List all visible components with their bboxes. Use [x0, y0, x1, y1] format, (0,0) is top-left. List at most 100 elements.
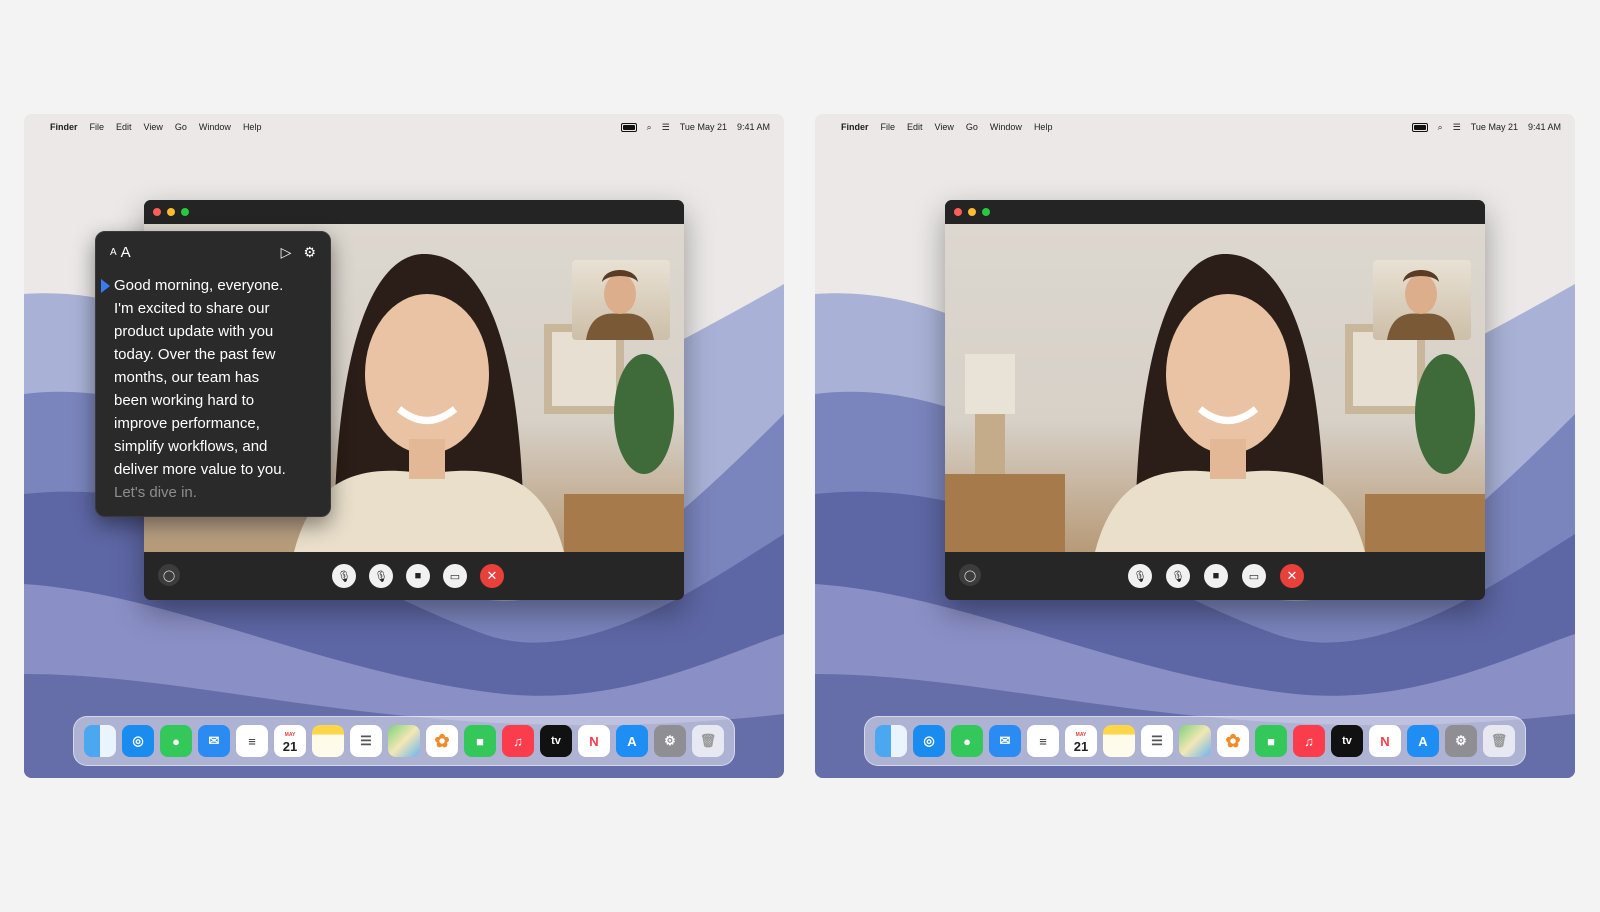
safari-icon[interactable]: ◎ [913, 725, 945, 757]
camera-button[interactable]: ■ [1204, 564, 1228, 588]
photos-icon[interactable]: ✿ [426, 725, 458, 757]
appstore-icon[interactable]: A [616, 725, 648, 757]
reminders-list-icon[interactable]: ☰ [1141, 725, 1173, 757]
notes-icon[interactable] [312, 725, 344, 757]
settings-icon[interactable]: ⚙ [654, 725, 686, 757]
audio-button[interactable]: 🎙 [1166, 564, 1190, 588]
messages-icon[interactable]: ● [160, 725, 192, 757]
battery-icon[interactable] [620, 122, 637, 132]
menu-view[interactable]: View [935, 122, 954, 132]
zoom-window-button[interactable] [982, 208, 990, 216]
zoom-window-button[interactable] [181, 208, 189, 216]
menu-go[interactable]: Go [175, 122, 187, 132]
menu-file[interactable]: File [90, 122, 105, 132]
self-view-pip[interactable] [572, 260, 670, 340]
facetime-icon[interactable]: ■ [464, 725, 496, 757]
script-line: months, our team has [114, 369, 260, 386]
dock: ◎ ● ✉ ≡ MAY 21 ☰ ✿ ■ ♫ tv N A ⚙ 🗑 [864, 716, 1526, 766]
reminders-list-icon[interactable]: ☰ [350, 725, 382, 757]
script-line: I'm excited to share our [114, 300, 270, 317]
self-view-pip[interactable] [1373, 260, 1471, 340]
mail-icon[interactable]: ✉ [989, 725, 1021, 757]
finder-icon[interactable] [84, 725, 116, 757]
menubar-date[interactable]: Tue May 21 [1471, 122, 1518, 132]
search-icon[interactable]: ⌕ [647, 122, 652, 133]
chat-bubble-icon[interactable]: ◯ [959, 564, 981, 586]
close-window-button[interactable] [153, 208, 161, 216]
music-icon[interactable]: ♫ [502, 725, 534, 757]
menubar-time[interactable]: 9:41 AM [1528, 122, 1561, 132]
dock: ◎ ● ✉ ≡ MAY 21 ☰ ✿ ■ ♫ tv N A ⚙ 🗑 [73, 716, 735, 766]
menubar-date[interactable]: Tue May 21 [680, 122, 727, 132]
current-line-caret-icon [101, 279, 110, 293]
pip-person-illustration [1387, 270, 1455, 340]
menu-file[interactable]: File [881, 122, 896, 132]
end-call-button[interactable]: ✕ [480, 564, 504, 588]
share-screen-button[interactable]: ▭ [443, 564, 467, 588]
messages-icon[interactable]: ● [951, 725, 983, 757]
mail-icon[interactable]: ✉ [198, 725, 230, 757]
news-icon[interactable]: N [1369, 725, 1401, 757]
menubar-time[interactable]: 9:41 AM [737, 122, 770, 132]
calendar-icon[interactable]: MAY 21 [1065, 725, 1097, 757]
end-call-button[interactable]: ✕ [1280, 564, 1304, 588]
play-icon[interactable]: ▷ [281, 244, 292, 261]
reminders-icon[interactable]: ≡ [1027, 725, 1059, 757]
script-line: improve performance, [114, 415, 260, 432]
maps-icon[interactable] [1179, 725, 1211, 757]
window-titlebar [144, 200, 684, 224]
screen-with-teleprompter: Finder File Edit View Go Window Help ⌕ ☰… [24, 114, 784, 778]
trash-icon[interactable]: 🗑 [692, 725, 724, 757]
menu-app-name[interactable]: Finder [841, 122, 869, 132]
finder-icon[interactable] [875, 725, 907, 757]
minimize-window-button[interactable] [968, 208, 976, 216]
teleprompter-script: Good morning, everyone. I'm excited to s… [96, 272, 330, 504]
increase-font-button[interactable]: A [121, 244, 131, 261]
menu-view[interactable]: View [144, 122, 163, 132]
close-window-button[interactable] [954, 208, 962, 216]
calendar-icon[interactable]: MAY 21 [274, 725, 306, 757]
safari-icon[interactable]: ◎ [122, 725, 154, 757]
facetime-icon[interactable]: ■ [1255, 725, 1287, 757]
battery-icon[interactable] [1411, 122, 1428, 132]
trash-icon[interactable]: 🗑 [1483, 725, 1515, 757]
calendar-day: 21 [1073, 739, 1089, 754]
news-icon[interactable]: N [578, 725, 610, 757]
microphone-button[interactable]: 🎙 [332, 564, 356, 588]
chat-bubble-icon[interactable]: ◯ [158, 564, 180, 586]
menu-app-name[interactable]: Finder [50, 122, 78, 132]
appstore-icon[interactable]: A [1407, 725, 1439, 757]
menu-go[interactable]: Go [966, 122, 978, 132]
screen-without-teleprompter: Finder File Edit View Go Window Help ⌕ ☰… [815, 114, 1575, 778]
audio-button[interactable]: 🎙 [369, 564, 393, 588]
appletv-icon[interactable]: tv [540, 725, 572, 757]
microphone-button[interactable]: 🎙 [1128, 564, 1152, 588]
appletv-icon[interactable]: tv [1331, 725, 1363, 757]
photos-icon[interactable]: ✿ [1217, 725, 1249, 757]
menu-edit[interactable]: Edit [907, 122, 923, 132]
calendar-day: 21 [282, 739, 298, 754]
main-video-feed [945, 224, 1485, 552]
script-line: deliver more value to you. [114, 461, 286, 478]
settings-icon[interactable]: ⚙ [1445, 725, 1477, 757]
window-titlebar [945, 200, 1485, 224]
search-icon[interactable]: ⌕ [1438, 122, 1443, 133]
decrease-font-button[interactable]: A [110, 247, 117, 258]
menu-help[interactable]: Help [1034, 122, 1053, 132]
maps-icon[interactable] [388, 725, 420, 757]
menu-bar: Finder File Edit View Go Window Help ⌕ ☰… [815, 114, 1575, 140]
menu-window[interactable]: Window [990, 122, 1022, 132]
camera-button[interactable]: ■ [406, 564, 430, 588]
menu-help[interactable]: Help [243, 122, 262, 132]
control-center-icon[interactable]: ☰ [1453, 122, 1461, 133]
reminders-icon[interactable]: ≡ [236, 725, 268, 757]
control-center-icon[interactable]: ☰ [662, 122, 670, 133]
menu-edit[interactable]: Edit [116, 122, 132, 132]
music-icon[interactable]: ♫ [1293, 725, 1325, 757]
share-screen-button[interactable]: ▭ [1242, 564, 1266, 588]
menu-window[interactable]: Window [199, 122, 231, 132]
minimize-window-button[interactable] [167, 208, 175, 216]
script-line: product update with you [114, 323, 274, 340]
notes-icon[interactable] [1103, 725, 1135, 757]
gear-icon[interactable]: ⚙ [303, 244, 316, 261]
